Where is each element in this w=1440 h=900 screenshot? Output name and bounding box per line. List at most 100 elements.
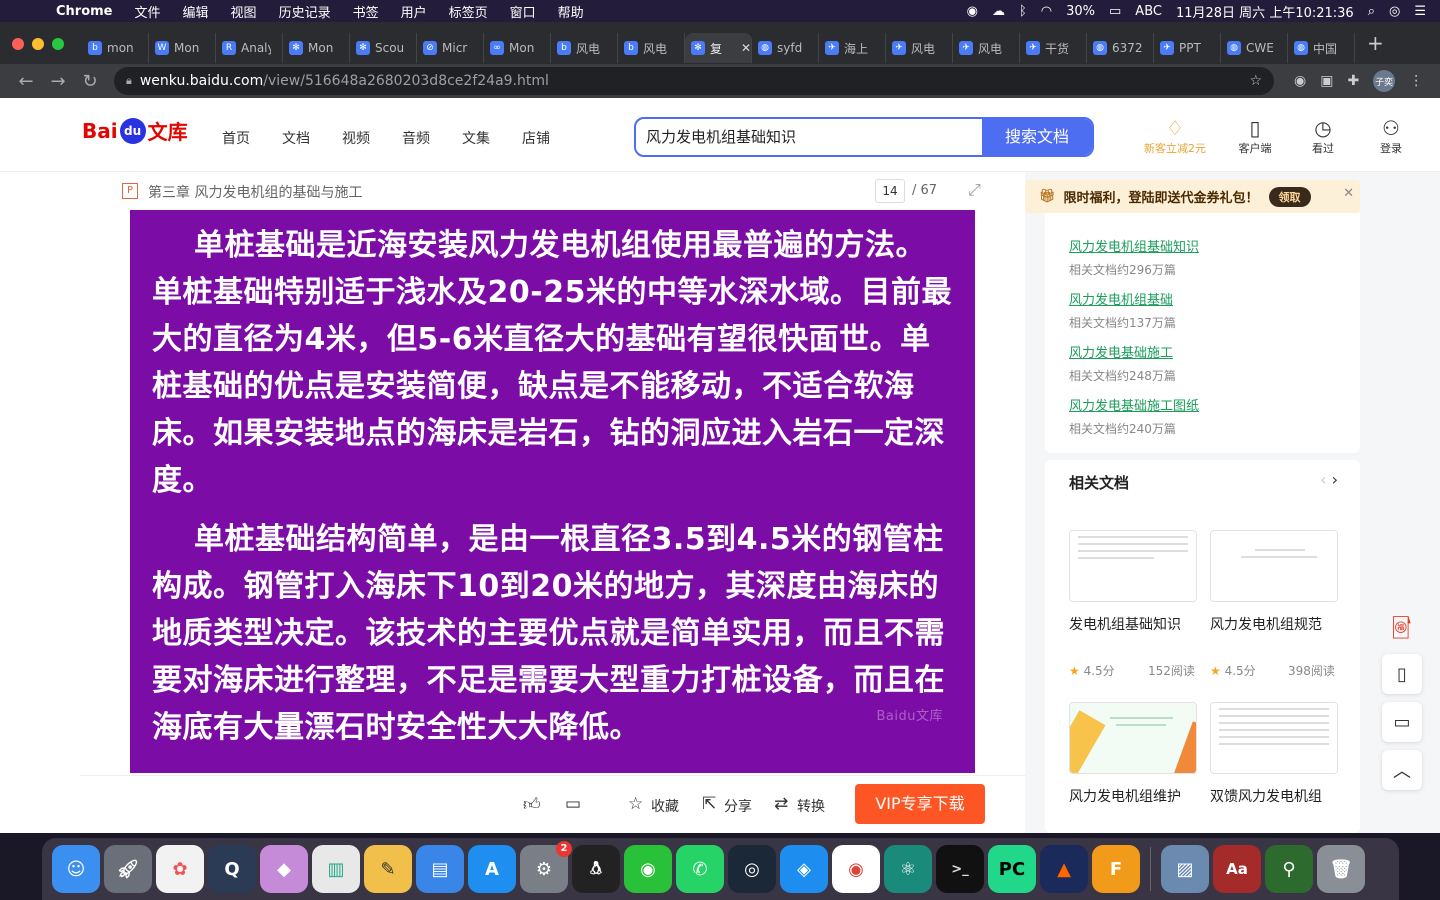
preview-icon[interactable]: ▨ [1161, 845, 1209, 893]
vip-download-button[interactable]: VIP专享下载 [855, 784, 985, 824]
menu-item-window[interactable]: 窗口 [510, 2, 536, 21]
doc-thumbnail[interactable] [1069, 530, 1197, 602]
client-app-button[interactable]: ▯ 客户端 [1232, 116, 1278, 156]
browser-tab[interactable]: ◍ CWE [1221, 33, 1288, 63]
siri-icon[interactable]: ◎ [1389, 4, 1400, 19]
extension-icon[interactable]: ▣ [1320, 73, 1333, 89]
profile-avatar[interactable]: 子奕 [1373, 70, 1396, 92]
browser-tab[interactable]: W Mon [149, 33, 216, 63]
browser-tab[interactable]: ✈ 海上 [819, 33, 886, 63]
thumbs-up-icon[interactable]: 👍︎ [523, 794, 541, 815]
pages-icon[interactable]: ✎ [364, 845, 412, 893]
doc-thumbnail[interactable] [1069, 702, 1197, 774]
grapher-icon[interactable]: ◆ [260, 845, 308, 893]
browser-tab[interactable]: b 风电 [618, 33, 685, 63]
menu-item-help[interactable]: 帮助 [558, 2, 584, 21]
browser-tab[interactable]: ✈ PPT [1154, 33, 1221, 63]
comment-icon[interactable]: ▭ [565, 794, 581, 814]
share-icon[interactable]: ⇱ [702, 794, 716, 814]
browser-tab[interactable]: ◍ 中国 [1288, 33, 1355, 63]
doc-thumbnail[interactable] [1210, 702, 1338, 774]
menu-item-bookmarks[interactable]: 书签 [353, 2, 379, 21]
doc-title[interactable]: 发电机组基础知识 [1069, 614, 1181, 634]
url-field[interactable]: 🔒︎ wenku.baidu.com/view/516648a2680203d8… [114, 67, 1274, 95]
cloud-icon[interactable]: ☁ [992, 4, 1005, 19]
finder-icon[interactable]: ☺ [52, 845, 100, 893]
search-input[interactable]: 风力发电机组基础知识 [636, 119, 982, 155]
menu-item-file[interactable]: 文件 [135, 2, 161, 21]
fullscreen-icon[interactable]: ⤢ [968, 180, 981, 200]
back-to-top-icon[interactable]: ︿ [1382, 750, 1422, 790]
feedback-icon[interactable]: ▭ [1382, 702, 1422, 742]
close-icon[interactable]: ✕ [1343, 186, 1354, 201]
forward-icon[interactable]: → [42, 71, 74, 92]
terminal-icon[interactable]: >_ [936, 845, 984, 893]
spotlight-icon[interactable]: ⌕ [1368, 4, 1375, 19]
doc-title[interactable]: 风力发电机组规范 [1210, 614, 1322, 634]
menu-item-view[interactable]: 视图 [231, 2, 257, 21]
nav-shop[interactable]: 店铺 [522, 128, 550, 148]
atom-icon[interactable]: ⚛ [884, 845, 932, 893]
menu-item-edit[interactable]: 编辑 [183, 2, 209, 21]
wechat-icon[interactable]: ◉ [624, 845, 672, 893]
new-user-discount[interactable]: ♢ 新客立减2元 [1140, 116, 1210, 156]
claim-button[interactable]: 领取 [1268, 186, 1311, 207]
safari-icon[interactable]: ◈ [780, 845, 828, 893]
fusion360-icon[interactable]: F [1092, 845, 1140, 893]
back-icon[interactable]: ← [10, 71, 42, 92]
close-tab-icon[interactable]: ✕ [741, 41, 751, 55]
mobile-app-icon[interactable]: ▯ [1382, 654, 1422, 694]
menu-item-people[interactable]: 用户 [401, 2, 427, 21]
browser-tab[interactable]: ⊘ Micr [417, 33, 484, 63]
browser-tab[interactable]: b 风电 [551, 33, 618, 63]
battery-icon[interactable]: ▭ [1109, 4, 1121, 19]
whatsapp-icon[interactable]: ✆ [676, 845, 724, 893]
nav-home[interactable]: 首页 [222, 128, 250, 148]
convert-button[interactable]: 转换 [797, 796, 825, 816]
chevron-right-icon[interactable]: › [1332, 470, 1338, 489]
qq-icon[interactable]: 🐧︎ [572, 845, 620, 893]
matlab-icon[interactable]: ▲ [1040, 845, 1088, 893]
browser-tab[interactable]: ◍ 6372 [1087, 33, 1154, 63]
menu-kebab-icon[interactable]: ⋮ [1409, 73, 1423, 89]
bluetooth-icon[interactable]: ᛒ [1019, 4, 1027, 19]
puzzle-icon[interactable]: ✚ [1347, 73, 1359, 89]
nav-docs[interactable]: 文档 [282, 128, 310, 148]
browser-tab[interactable]: R Analy [216, 33, 283, 63]
browser-tab[interactable]: ◍ syfd [752, 33, 819, 63]
quicktime-icon[interactable]: Q [208, 845, 256, 893]
doc-title[interactable]: 风力发电机组维护 [1069, 786, 1181, 806]
input-method[interactable]: ABC [1135, 4, 1162, 19]
control-center-icon[interactable]: ☰ [1414, 4, 1426, 19]
menu-item-tab[interactable]: 标签页 [449, 2, 488, 21]
reload-icon[interactable]: ↻ [74, 71, 106, 92]
chrome-icon[interactable]: ◉ [832, 845, 880, 893]
battery-percent[interactable]: 30% [1066, 4, 1095, 19]
doc-thumbnail[interactable] [1210, 530, 1338, 602]
share-button[interactable]: 分享 [724, 796, 752, 816]
nav-collections[interactable]: 文集 [462, 128, 490, 148]
pycharm-icon[interactable]: PC [988, 845, 1036, 893]
login-button[interactable]: ⚇ 登录 [1368, 116, 1414, 156]
close-window-button[interactable] [12, 38, 24, 50]
chevron-left-icon[interactable]: ‹ [1320, 470, 1326, 489]
new-tab-button[interactable]: + [1367, 31, 1384, 55]
baidu-wenku-logo[interactable]: Bai du 文库 [82, 116, 188, 145]
extension-icon[interactable]: ◉ [1294, 73, 1306, 89]
keynote-icon[interactable]: ▤ [416, 845, 464, 893]
red-envelope-icon[interactable]: 🧧︎ [1382, 610, 1422, 646]
doc-title[interactable]: 双馈风力发电机组 [1210, 786, 1322, 806]
chart-app-icon[interactable]: ⚲ [1265, 845, 1313, 893]
system-preferences-icon[interactable]: ⚙ 2 [520, 841, 572, 893]
related-search-link[interactable]: 风力发电机组基础 [1069, 289, 1176, 308]
numbers-icon[interactable]: ▥ [312, 845, 360, 893]
menu-app-name[interactable]: Chrome [56, 4, 113, 19]
trash-icon[interactable]: 🗑︎ [1317, 845, 1365, 893]
nav-audio[interactable]: 音频 [402, 128, 430, 148]
wechat-icon[interactable]: ◉ [967, 4, 978, 19]
page-number-input[interactable]: 14 [875, 179, 905, 203]
related-search-link[interactable]: 风力发电基础施工图纸 [1069, 395, 1199, 414]
app-store-icon[interactable]: A [468, 845, 516, 893]
search-button[interactable]: 搜索文档 [982, 119, 1092, 155]
menu-item-history[interactable]: 历史记录 [279, 2, 331, 21]
